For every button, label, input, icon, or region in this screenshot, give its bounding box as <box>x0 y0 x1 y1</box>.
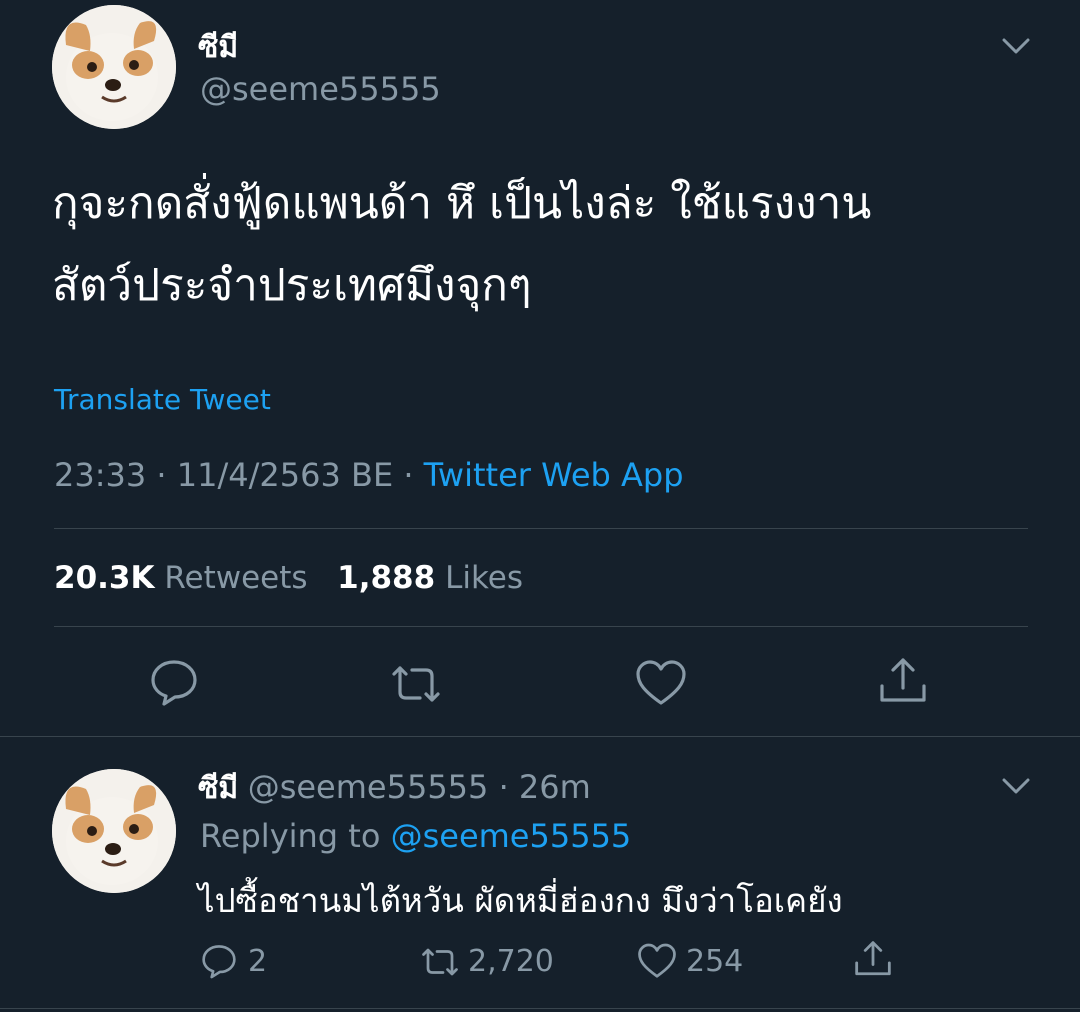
meta-separator: · <box>156 456 167 494</box>
like-icon[interactable] <box>634 658 688 708</box>
divider <box>0 1008 1080 1009</box>
reply-count: 2 <box>248 944 268 979</box>
tweet-time: 23:33 <box>54 456 147 494</box>
avatar[interactable] <box>52 769 176 893</box>
divider <box>0 736 1080 737</box>
replying-to-label: Replying to <box>200 817 381 855</box>
tweet-source-link[interactable]: Twitter Web App <box>424 456 684 494</box>
retweet-icon[interactable] <box>386 660 446 708</box>
avatar[interactable] <box>52 5 176 129</box>
handle[interactable]: @seeme55555 <box>200 70 441 108</box>
reply-handle-time[interactable]: @seeme55555 · 26m <box>248 768 591 806</box>
chevron-down-icon[interactable] <box>1000 30 1032 62</box>
display-name[interactable]: ซีมี <box>198 24 238 71</box>
reply-icon[interactable] <box>200 942 238 980</box>
engagement-stats: 20.3K Retweets 1,888 Likes <box>54 560 523 596</box>
retweet-icon[interactable] <box>416 944 464 980</box>
tweet-text-line-2: สัตว์ประจำประเทศมึงจุกๆ <box>52 260 532 311</box>
translate-tweet-link[interactable]: Translate Tweet <box>54 383 271 416</box>
reply-display-name[interactable]: ซีมี <box>198 771 238 806</box>
retweets-label: Retweets <box>164 560 308 596</box>
chevron-down-icon[interactable] <box>1000 770 1032 802</box>
like-count: 254 <box>686 944 744 979</box>
reply-header: ซีมี @seeme55555 · 26m <box>198 765 591 812</box>
replying-to: Replying to @seeme55555 <box>200 817 631 855</box>
like-icon[interactable] <box>636 942 678 980</box>
retweet-count: 2,720 <box>468 944 554 979</box>
divider <box>54 626 1028 627</box>
retweets-count: 20.3K <box>54 560 155 596</box>
likes-stat[interactable]: 1,888 Likes <box>337 560 523 596</box>
share-icon[interactable] <box>852 938 894 980</box>
likes-label: Likes <box>445 560 524 596</box>
meta-separator: · <box>403 456 414 494</box>
tweet-text-line-1: กุจะกดสั่งฟู้ดแพนด้า หึ เป็นไงล่ะ ใช้แรง… <box>52 178 872 229</box>
tweet-meta: 23:33 · 11/4/2563 BE · Twitter Web App <box>54 456 684 494</box>
share-icon[interactable] <box>876 654 930 708</box>
tweet-date: 11/4/2563 BE <box>176 456 394 494</box>
likes-count: 1,888 <box>337 560 436 596</box>
replying-to-handle[interactable]: @seeme55555 <box>391 817 632 855</box>
divider <box>54 528 1028 529</box>
reply-icon[interactable] <box>148 656 200 708</box>
retweets-stat[interactable]: 20.3K Retweets <box>54 560 317 596</box>
reply-text: ไปซื้อชานมไต้หวัน ผัดหมี่ฮ่องกง มึงว่าโอ… <box>198 881 843 920</box>
